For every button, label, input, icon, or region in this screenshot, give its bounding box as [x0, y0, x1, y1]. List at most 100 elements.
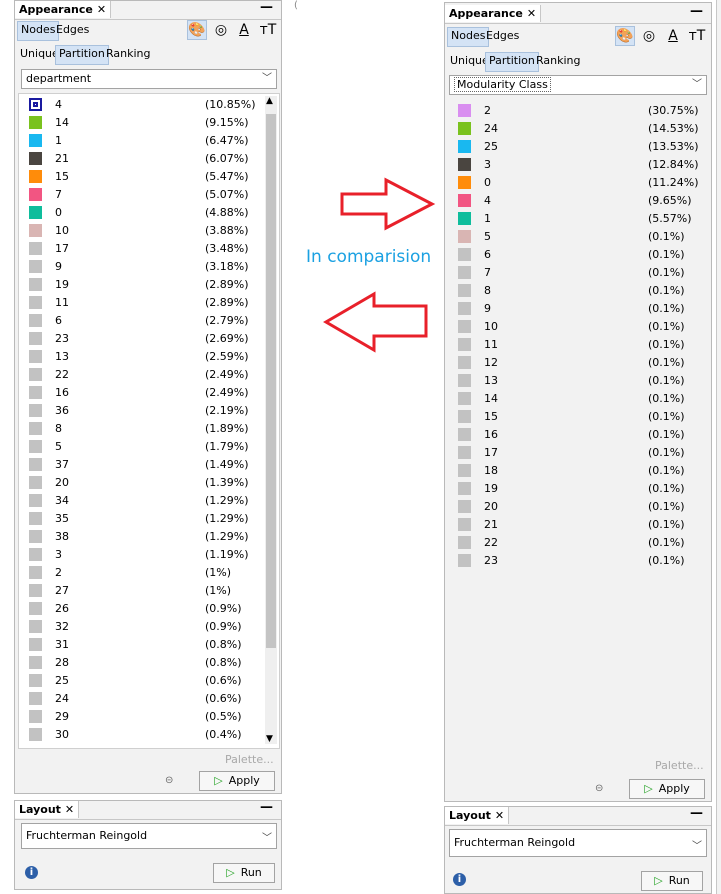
- color-swatch[interactable]: [458, 392, 471, 405]
- partition-row[interactable]: 20 (0.1%): [448, 498, 688, 516]
- info-icon[interactable]: i: [453, 873, 466, 886]
- label-color-icon[interactable]: A: [234, 20, 254, 40]
- partition-row[interactable]: 24 (0.6%): [19, 690, 259, 708]
- color-swatch[interactable]: [458, 356, 471, 369]
- left-attribute-select[interactable]: department ﹀: [21, 69, 277, 89]
- color-swatch[interactable]: [458, 230, 471, 243]
- right-palette-link[interactable]: Palette...: [655, 759, 704, 772]
- partition-row[interactable]: 22 (2.49%): [19, 366, 259, 384]
- color-swatch[interactable]: [29, 548, 42, 561]
- right-mode-partition[interactable]: Partition: [485, 52, 539, 72]
- color-swatch[interactable]: [458, 338, 471, 351]
- close-icon[interactable]: ✕: [527, 7, 536, 20]
- color-swatch[interactable]: [29, 566, 42, 579]
- right-apply-button[interactable]: ▷ Apply: [629, 779, 705, 799]
- partition-row[interactable]: 6 (0.1%): [448, 246, 688, 264]
- partition-row[interactable]: 26 (0.9%): [19, 600, 259, 618]
- partition-row[interactable]: 8 (0.1%): [448, 282, 688, 300]
- partition-row[interactable]: 19 (0.1%): [448, 480, 688, 498]
- partition-row[interactable]: 2 (30.75%): [448, 102, 699, 120]
- color-swatch[interactable]: [458, 212, 471, 225]
- partition-row[interactable]: 5 (1.79%): [19, 438, 259, 456]
- partition-row[interactable]: 13 (2.59%): [19, 348, 259, 366]
- palette-icon[interactable]: 🎨: [615, 26, 635, 46]
- minimize-icon[interactable]: —: [260, 800, 273, 815]
- right-layout-tab[interactable]: Layout ✕: [445, 807, 510, 824]
- partition-row[interactable]: 1 (6.47%): [19, 132, 259, 150]
- minimize-icon[interactable]: —: [690, 4, 703, 19]
- close-icon[interactable]: ✕: [495, 809, 504, 822]
- left-list-scrollbar[interactable]: ▲ ▼: [265, 96, 277, 744]
- partition-row[interactable]: 13 (0.1%): [448, 372, 688, 390]
- partition-row[interactable]: 16 (0.1%): [448, 426, 688, 444]
- info-icon[interactable]: i: [25, 866, 38, 879]
- color-swatch[interactable]: [29, 728, 42, 741]
- partition-row[interactable]: 15 (5.47%): [19, 168, 259, 186]
- partition-row[interactable]: 15 (0.1%): [448, 408, 688, 426]
- color-swatch[interactable]: [29, 242, 42, 255]
- partition-row[interactable]: 3 (12.84%): [448, 156, 699, 174]
- color-swatch[interactable]: [458, 302, 471, 315]
- right-tab-edges[interactable]: Edges: [483, 27, 522, 45]
- size-icon[interactable]: ◎: [211, 20, 231, 40]
- left-mode-ranking[interactable]: Ranking: [103, 45, 154, 63]
- partition-row[interactable]: 11 (2.89%): [19, 294, 259, 312]
- partition-row[interactable]: 10 (0.1%): [448, 318, 688, 336]
- color-swatch[interactable]: [29, 296, 42, 309]
- partition-row[interactable]: 3 (1.19%): [19, 546, 259, 564]
- color-swatch[interactable]: [29, 530, 42, 543]
- partition-row[interactable]: 18 (0.1%): [448, 462, 688, 480]
- right-run-button[interactable]: ▷ Run: [641, 871, 703, 891]
- scroll-up-icon[interactable]: ▲: [266, 96, 273, 106]
- partition-row[interactable]: 0 (4.88%): [19, 204, 259, 222]
- color-swatch[interactable]: [29, 278, 42, 291]
- color-swatch[interactable]: [458, 320, 471, 333]
- left-link-icon[interactable]: ⊝: [165, 775, 173, 786]
- partition-row[interactable]: 36 (2.19%): [19, 402, 259, 420]
- partition-row[interactable]: 1 (5.57%): [448, 210, 692, 228]
- partition-row[interactable]: 16 (2.49%): [19, 384, 259, 402]
- partition-row[interactable]: 8 (1.89%): [19, 420, 259, 438]
- left-mode-partition[interactable]: Partition: [55, 45, 109, 65]
- color-swatch[interactable]: [29, 656, 42, 669]
- right-mode-ranking[interactable]: Ranking: [533, 52, 584, 70]
- partition-row[interactable]: 35 (1.29%): [19, 510, 259, 528]
- left-list-scroll-thumb[interactable]: [266, 114, 276, 648]
- color-swatch[interactable]: [458, 464, 471, 477]
- color-swatch[interactable]: [458, 194, 471, 207]
- partition-row[interactable]: 17 (3.48%): [19, 240, 259, 258]
- color-swatch[interactable]: [29, 422, 42, 435]
- palette-icon[interactable]: 🎨: [187, 20, 207, 40]
- partition-row[interactable]: 20 (1.39%): [19, 474, 259, 492]
- partition-row[interactable]: 21 (6.07%): [19, 150, 259, 168]
- partition-row[interactable]: 9 (3.18%): [19, 258, 259, 276]
- partition-row[interactable]: 12 (0.1%): [448, 354, 688, 372]
- partition-row[interactable]: 5 (0.1%): [448, 228, 688, 246]
- label-size-icon[interactable]: ᴛT: [687, 26, 707, 46]
- partition-row[interactable]: 11 (0.1%): [448, 336, 688, 354]
- label-color-icon[interactable]: A: [663, 26, 683, 46]
- color-swatch[interactable]: [29, 584, 42, 597]
- color-swatch[interactable]: [29, 440, 42, 453]
- color-swatch[interactable]: [458, 266, 471, 279]
- partition-row[interactable]: 14 (0.1%): [448, 390, 688, 408]
- color-swatch[interactable]: [458, 554, 471, 567]
- partition-row[interactable]: 0 (11.24%): [448, 174, 699, 192]
- partition-row[interactable]: 19 (2.89%): [19, 276, 259, 294]
- color-swatch[interactable]: [458, 428, 471, 441]
- minimize-icon[interactable]: —: [260, 0, 273, 15]
- color-swatch[interactable]: [29, 404, 42, 417]
- partition-row[interactable]: 7 (0.1%): [448, 264, 688, 282]
- partition-row[interactable]: 31 (0.8%): [19, 636, 259, 654]
- size-icon[interactable]: ◎: [639, 26, 659, 46]
- partition-row[interactable]: 2 (1%): [19, 564, 259, 582]
- partition-row[interactable]: 38 (1.29%): [19, 528, 259, 546]
- color-swatch[interactable]: [29, 458, 42, 471]
- color-swatch[interactable]: [458, 446, 471, 459]
- color-swatch[interactable]: [458, 140, 471, 153]
- left-appearance-tab[interactable]: Appearance ✕: [15, 1, 112, 18]
- scroll-down-icon[interactable]: ▼: [266, 734, 273, 744]
- partition-row[interactable]: 37 (1.49%): [19, 456, 259, 474]
- color-swatch[interactable]: [29, 188, 42, 201]
- partition-row[interactable]: 17 (0.1%): [448, 444, 688, 462]
